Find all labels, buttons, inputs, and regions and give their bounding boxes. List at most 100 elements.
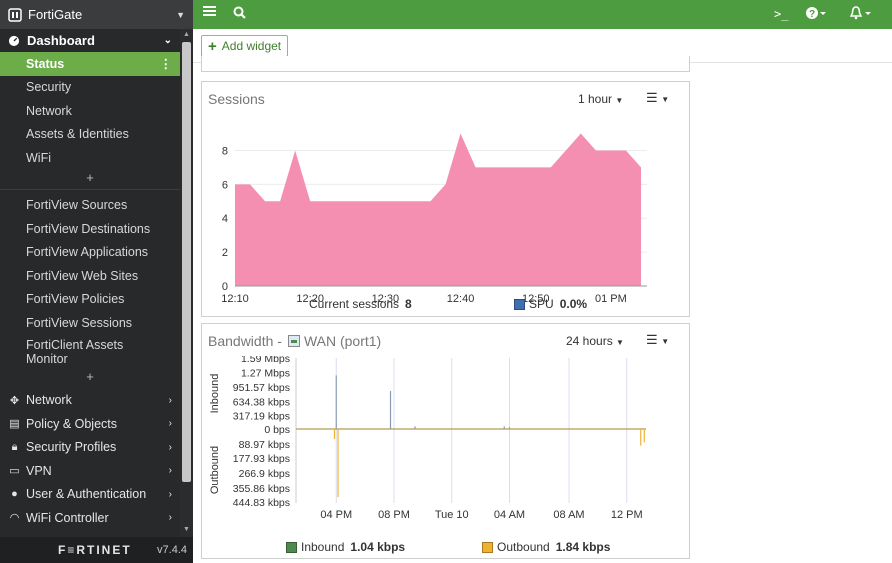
sidebar-item-security[interactable]: Security (0, 76, 180, 100)
sidebar-item-wifi-controller[interactable]: ◠ WiFi Controller › (0, 506, 180, 530)
sidebar-item-fortiview-web-sites[interactable]: FortiView Web Sites (0, 264, 180, 288)
y-tick-label: 2 (222, 247, 228, 259)
sidebar-item-label: FortiView Sessions (26, 315, 133, 330)
sidebar-item-policy-objects[interactable]: ▤ Policy & Objects › (0, 412, 180, 436)
sidebar-item-label: FortiClient Assets Monitor (26, 337, 124, 366)
legend-swatch (482, 541, 493, 553)
y-tick-label: 317.19 kbps (233, 411, 290, 423)
sidebar-item-label: Network (26, 393, 72, 408)
y-tick-label: 355.86 kbps (233, 483, 290, 495)
sidebar-footer: F≡RTINET v7.4.4 (0, 537, 193, 563)
chevron-right-icon: › (168, 465, 172, 477)
help-icon[interactable]: ? (805, 6, 827, 20)
chevron-right-icon: › (168, 512, 172, 524)
sidebar-item-label: Security (26, 80, 72, 95)
add-dashboard-icon[interactable]: + (0, 170, 180, 190)
policy-icon: ▤ (9, 418, 20, 431)
widget-title: Bandwidth - WAN (port1) (208, 333, 382, 349)
sidebar-item-dashboard[interactable]: Dashboard ⌄ (0, 29, 180, 52)
version-label: v7.4.4 (157, 544, 187, 556)
legend-outbound[interactable]: Outbound 1.84 kbps (482, 540, 610, 554)
sidebar-item-label: WiFi (26, 150, 51, 165)
time-range-dropdown[interactable]: 24 hours ▼ (566, 334, 624, 348)
cli-console-icon[interactable]: >_ (774, 7, 788, 21)
y-tick-label: 951.57 kbps (233, 382, 290, 394)
sidebar-item-fortiview-destinations[interactable]: FortiView Destinations (0, 217, 180, 241)
chevron-right-icon: › (168, 441, 172, 453)
search-icon[interactable] (233, 6, 246, 19)
hamburger-menu-icon[interactable] (203, 5, 216, 17)
legend-label: SPU (529, 297, 554, 311)
sidebar-item-security-profiles[interactable]: 🔒︎ Security Profiles › (0, 436, 180, 460)
outbound-axis-label: Outbound (209, 446, 221, 494)
sidebar-item-label: Network (26, 103, 72, 118)
fortigate-logo-icon (8, 7, 22, 22)
y-tick-label: 1.27 Mbps (241, 368, 290, 380)
sidebar-item-fortiview-policies[interactable]: FortiView Policies (0, 288, 180, 312)
wifi-icon: ◠ (9, 512, 20, 525)
legend-label: Current sessions (309, 297, 400, 311)
sidebar-item-label: FortiView Destinations (26, 221, 151, 236)
legend-value: 1.84 kbps (555, 540, 611, 554)
sidebar-item-fortiview-applications[interactable]: FortiView Applications (0, 241, 180, 265)
legend-value: 1.04 kbps (350, 540, 406, 554)
add-widget-button[interactable]: + Add widget (201, 35, 289, 57)
y-tick-label: 0 (222, 281, 228, 293)
y-tick-label: 634.38 kbps (233, 397, 290, 409)
interface-port-icon (287, 335, 300, 347)
bandwidth-chart: Inbound Outbound 1.59 Mbps 1.27 Mbps 951.57 … (209, 356, 646, 521)
dashboard-icon (8, 34, 20, 47)
x-tick-label: 01 PM (595, 293, 627, 304)
scroll-down-icon[interactable]: ▼ (183, 526, 190, 533)
legend-inbound[interactable]: Inbound 1.04 kbps (286, 540, 405, 554)
x-tick-label: 08 AM (553, 509, 584, 521)
sidebar-item-label: Status (26, 56, 65, 71)
sidebar-item-label: VPN (26, 463, 52, 478)
time-range-dropdown[interactable]: 1 hour ▼ (578, 92, 623, 106)
device-selector[interactable]: FortiGate ▼ (0, 0, 193, 29)
app-title: FortiGate (28, 7, 83, 22)
legend-spu[interactable]: SPU 0.0% (514, 297, 587, 311)
sidebar-item-forticlient-assets-monitor[interactable]: FortiClient Assets Monitor (0, 335, 180, 369)
sidebar: FortiGate ▼ Dashboard ⌄ Status ⋮ Securit… (0, 0, 193, 563)
notification-bell-icon[interactable] (850, 6, 872, 20)
more-vertical-icon[interactable]: ⋮ (160, 56, 173, 71)
sidebar-item-fortiview-sessions[interactable]: FortiView Sessions (0, 311, 180, 335)
sidebar-item-status[interactable]: Status ⋮ (0, 52, 180, 76)
sidebar-item-assets-identities[interactable]: Assets & Identities (0, 123, 180, 147)
inbound-axis-label: Inbound (209, 374, 221, 414)
widget-menu-icon[interactable]: ☰ ▼ (646, 332, 669, 348)
sidebar-item-network[interactable]: Network (0, 99, 180, 123)
legend-swatch (514, 298, 525, 310)
sidebar-item-vpn[interactable]: ▭ VPN › (0, 459, 180, 483)
x-tick-label: 04 PM (320, 509, 352, 521)
sidebar-item-label: Security Profiles (26, 440, 117, 455)
legend-value: 8 (405, 297, 412, 311)
scroll-up-icon[interactable]: ▲ (183, 31, 190, 38)
plus-icon: + (208, 37, 217, 55)
x-tick-label: 08 PM (378, 509, 410, 521)
sidebar-item-label: WiFi Controller (26, 510, 109, 525)
sessions-widget: Sessions 1 hour ▼ ☰ ▼ 0 2 4 6 8 12:10 12:20 12:… (201, 81, 690, 317)
bandwidth-widget: Bandwidth - WAN (port1) 24 hours ▼ ☰ ▼ I… (201, 323, 690, 559)
x-tick-label: Tue 10 (435, 509, 469, 521)
y-tick-label: 4 (222, 213, 228, 225)
legend-value: 0.0% (559, 297, 588, 311)
fortinet-logo: F≡RTINET (58, 543, 132, 557)
sidebar-item-label: Assets & Identities (26, 127, 129, 142)
y-tick-label: 6 (222, 179, 228, 191)
sidebar-item-label: Dashboard (27, 33, 95, 48)
add-monitor-icon[interactable]: + (0, 369, 180, 389)
sidebar-scroll-thumb[interactable] (182, 42, 191, 482)
monitor-icon: ▭ (9, 465, 20, 478)
sidebar-item-user-authentication[interactable]: ● User & Authentication › (0, 483, 180, 507)
sidebar-item-network-menu[interactable]: ✥ Network › (0, 389, 180, 413)
network-icon: ✥ (9, 394, 20, 407)
legend-label: Outbound (497, 540, 550, 554)
y-tick-label: 1.59 Mbps (241, 356, 290, 365)
y-tick-label: 177.93 kbps (233, 453, 290, 465)
y-tick-label: 266.9 kbps (239, 468, 290, 480)
sidebar-item-wifi[interactable]: WiFi (0, 146, 180, 170)
sidebar-item-fortiview-sources[interactable]: FortiView Sources (0, 194, 180, 218)
widget-menu-icon[interactable]: ☰ ▼ (646, 90, 669, 106)
